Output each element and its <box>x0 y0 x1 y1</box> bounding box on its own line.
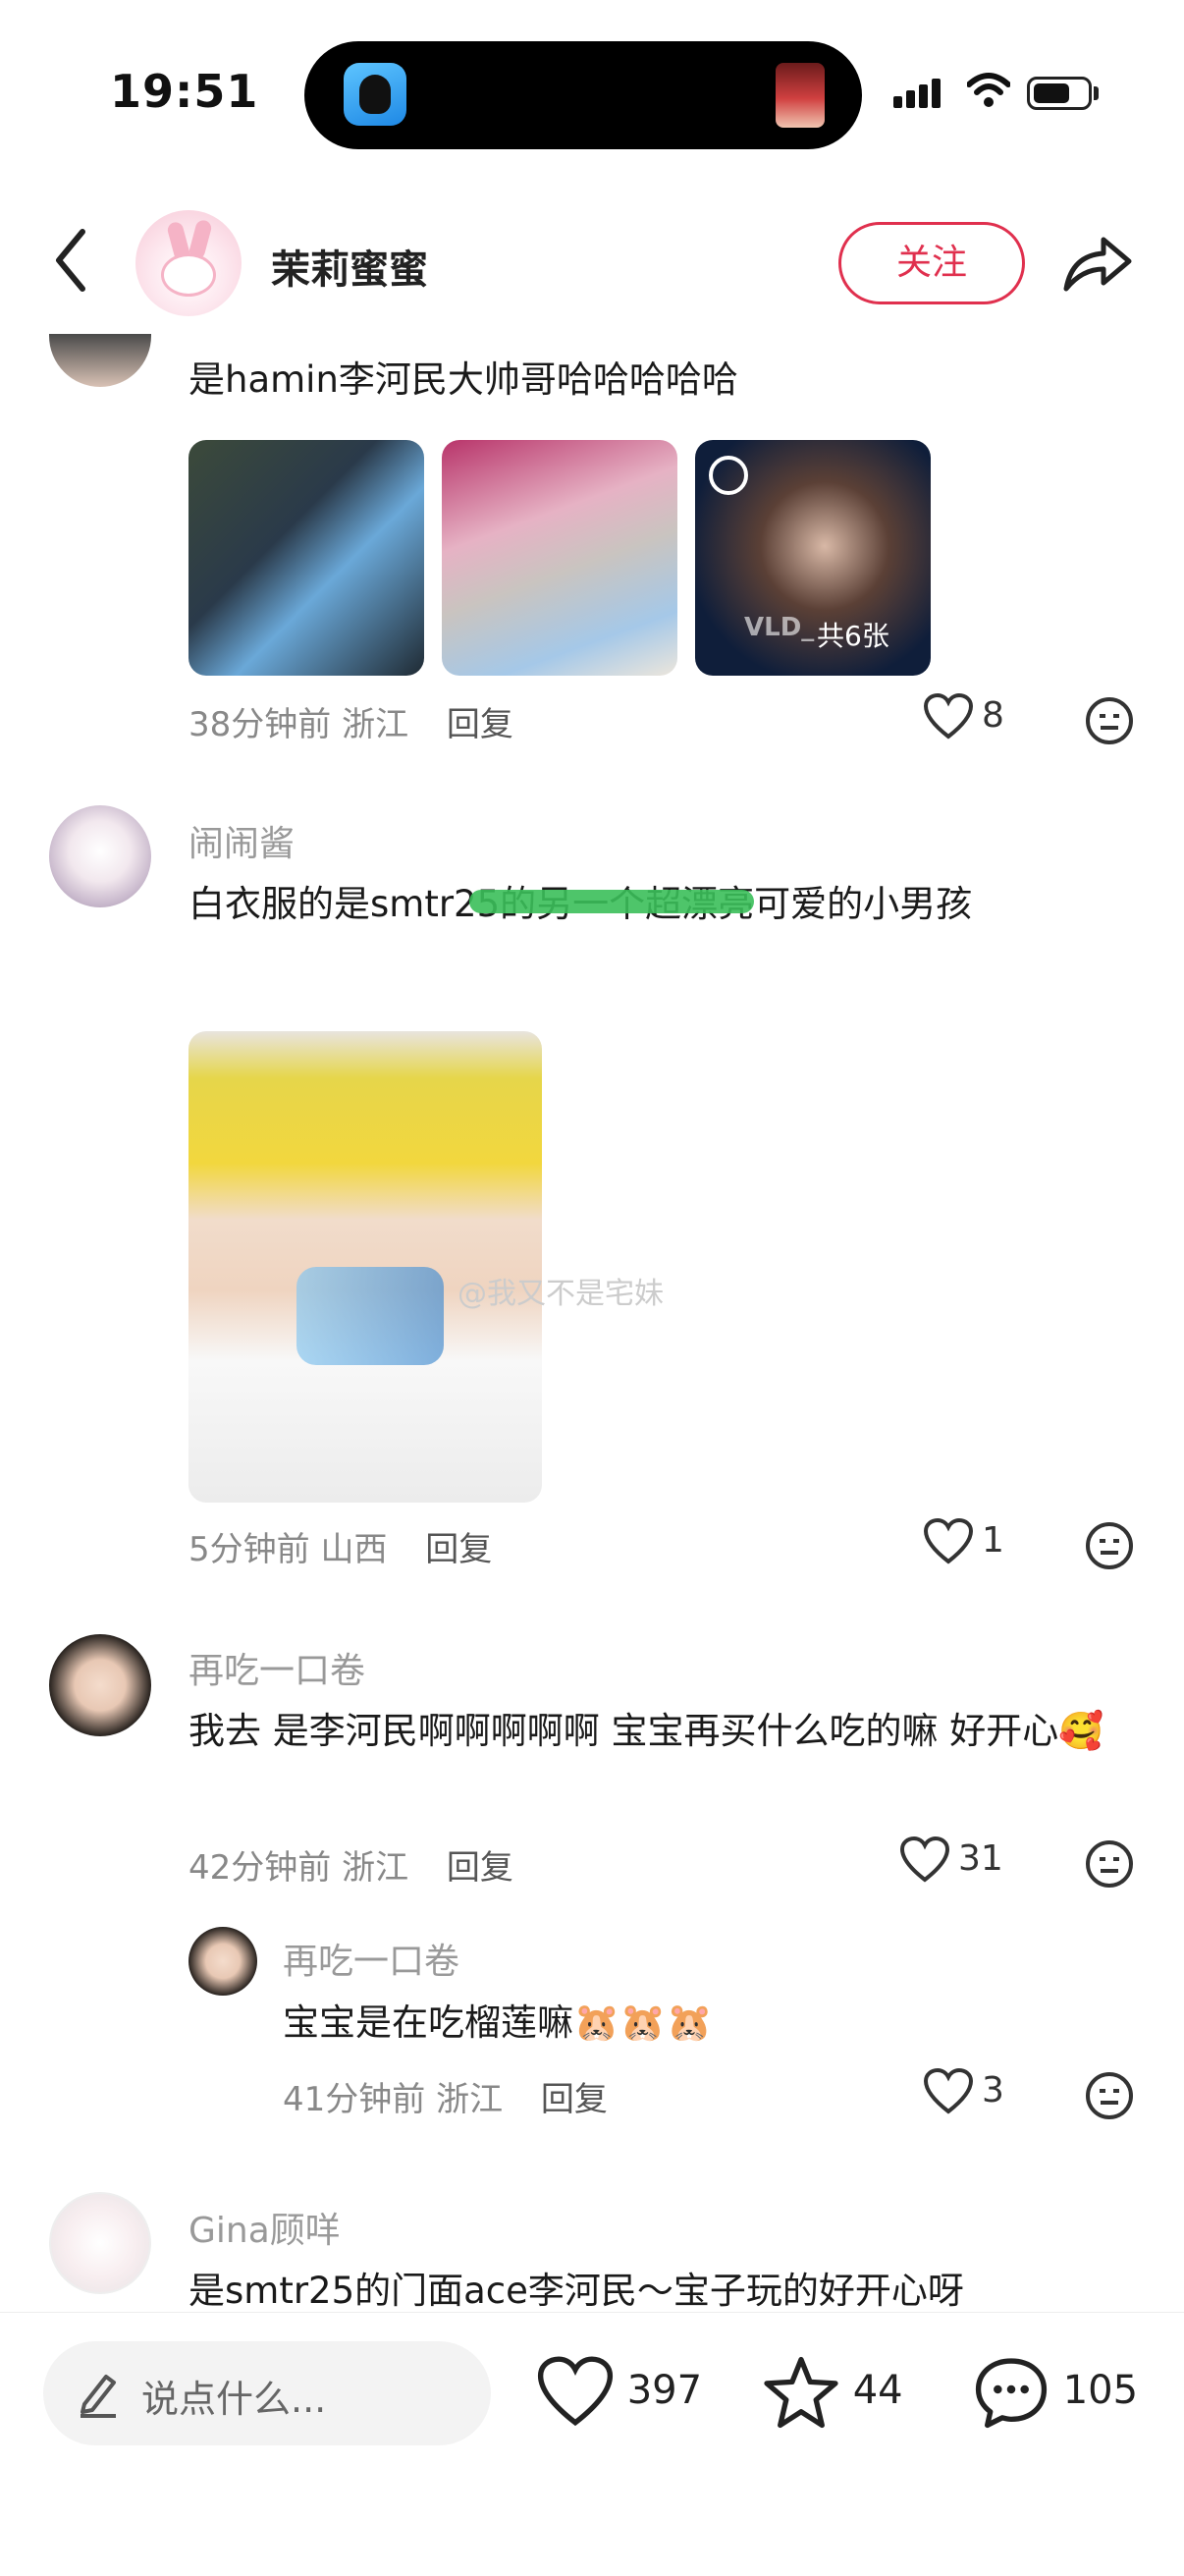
reply-button[interactable]: 回复 <box>541 2080 608 2119</box>
commenter-avatar[interactable] <box>49 805 151 907</box>
comment-meta: 5分钟前 山西 回复 <box>188 1522 492 1570</box>
post-like-count: 397 <box>626 2368 703 2413</box>
post-comment-button[interactable]: 105 <box>972 2355 1138 2430</box>
author-name[interactable]: 茉莉蜜蜜 <box>271 238 428 295</box>
like-button[interactable]: 8 <box>923 692 1004 740</box>
reply-text: 宝宝是在吃榴莲嘛🐹🐹🐹 <box>283 1990 713 2055</box>
like-button[interactable]: 31 <box>899 1836 1003 1884</box>
comment-time: 42分钟前 <box>188 1848 332 1888</box>
commenter-avatar[interactable] <box>49 334 151 387</box>
reply-button[interactable]: 回复 <box>447 705 513 744</box>
commenter-name[interactable]: 再吃一口卷 <box>188 1642 365 1693</box>
image-detail <box>296 1267 444 1365</box>
comment-image[interactable] <box>188 1031 542 1503</box>
like-button[interactable]: 1 <box>923 1517 1004 1565</box>
post-star-count: 44 <box>852 2368 903 2413</box>
like-count: 31 <box>958 1838 1003 1879</box>
share-icon[interactable] <box>1062 232 1133 293</box>
pencil-icon <box>81 2375 116 2418</box>
commenter-name[interactable]: 闹闹酱 <box>188 815 295 866</box>
comment-image[interactable] <box>442 440 677 676</box>
post-star-button[interactable]: 44 <box>762 2355 903 2430</box>
heart-icon <box>923 692 974 740</box>
like-count: 8 <box>982 695 1004 736</box>
dislike-icon[interactable] <box>1084 695 1135 746</box>
image-watermark: @我又不是宅妹 <box>457 1277 664 1311</box>
reply-text-content: 宝宝是在吃榴莲嘛 <box>283 2001 573 2044</box>
author-avatar[interactable] <box>135 210 242 316</box>
comment-image[interactable] <box>188 440 424 676</box>
bunny-face <box>161 253 216 297</box>
comment-icon <box>975 2358 1048 2429</box>
reply-button[interactable]: 回复 <box>447 1848 513 1888</box>
image-count: 共6张 <box>817 620 889 652</box>
live-photo-icon <box>709 456 748 495</box>
like-button[interactable]: 3 <box>923 2067 1004 2115</box>
wifi-icon <box>967 73 1010 107</box>
follow-button[interactable]: 关注 <box>838 222 1025 304</box>
signal-icon <box>893 79 944 108</box>
reply-meta: 41分钟前 浙江 回复 <box>283 2072 608 2120</box>
comment-image[interactable]: VLD_ 共6张 <box>695 440 931 676</box>
status-time: 19:51 <box>110 65 259 118</box>
heart-icon <box>923 2067 974 2114</box>
reply-avatar[interactable] <box>188 1927 257 1996</box>
reply-time: 41分钟前 <box>283 2080 426 2119</box>
back-icon[interactable] <box>51 226 90 295</box>
reply-button[interactable]: 回复 <box>425 1530 492 1569</box>
heart-icon <box>537 2356 614 2427</box>
comment-text: 我去 是李河民啊啊啊啊啊 宝宝再买什么吃的嘛 好开心🥰 <box>188 1710 1104 1752</box>
comment-meta: 38分钟前 浙江 回复 <box>188 697 513 745</box>
dislike-icon[interactable] <box>1084 1520 1135 1571</box>
star-icon <box>764 2356 838 2429</box>
post-comment-count: 105 <box>1062 2368 1139 2413</box>
post-like-button[interactable]: 397 <box>536 2355 702 2430</box>
reply-location: 浙江 <box>436 2080 504 2119</box>
like-count: 3 <box>982 2070 1004 2110</box>
heart-icon <box>899 1836 950 1883</box>
commenter-avatar[interactable] <box>49 2192 151 2294</box>
durian-emoji: 🐹🐹🐹 <box>573 2001 713 2044</box>
image-watermark: VLD_ <box>744 613 815 642</box>
commenter-avatar[interactable] <box>49 1634 151 1736</box>
comment-time: 5分钟前 <box>188 1530 310 1569</box>
like-count: 1 <box>982 1520 1004 1561</box>
comment-location: 浙江 <box>342 705 409 744</box>
comment-input-placeholder[interactable]: 说点什么... <box>141 2369 326 2423</box>
battery-icon <box>1027 77 1092 110</box>
comment-location: 浙江 <box>342 1848 409 1888</box>
scribble-redaction <box>469 890 754 913</box>
commenter-name[interactable]: Gina顾咩 <box>188 2202 341 2253</box>
comment-time: 38分钟前 <box>188 705 332 744</box>
heart-icon <box>923 1517 974 1564</box>
comment-location: 山西 <box>320 1530 388 1569</box>
comment-meta: 42分钟前 浙江 回复 <box>188 1840 513 1889</box>
qq-app-icon <box>344 63 406 126</box>
dislike-icon[interactable] <box>1084 2070 1135 2121</box>
dislike-icon[interactable] <box>1084 1838 1135 1890</box>
battery-tip <box>1094 86 1099 100</box>
comment-text: 是hamin李河民大帅哥哈哈哈哈哈 <box>188 358 738 401</box>
media-thumbnail <box>776 63 825 128</box>
reply-user-name[interactable]: 再吃一口卷 <box>283 1933 459 1984</box>
